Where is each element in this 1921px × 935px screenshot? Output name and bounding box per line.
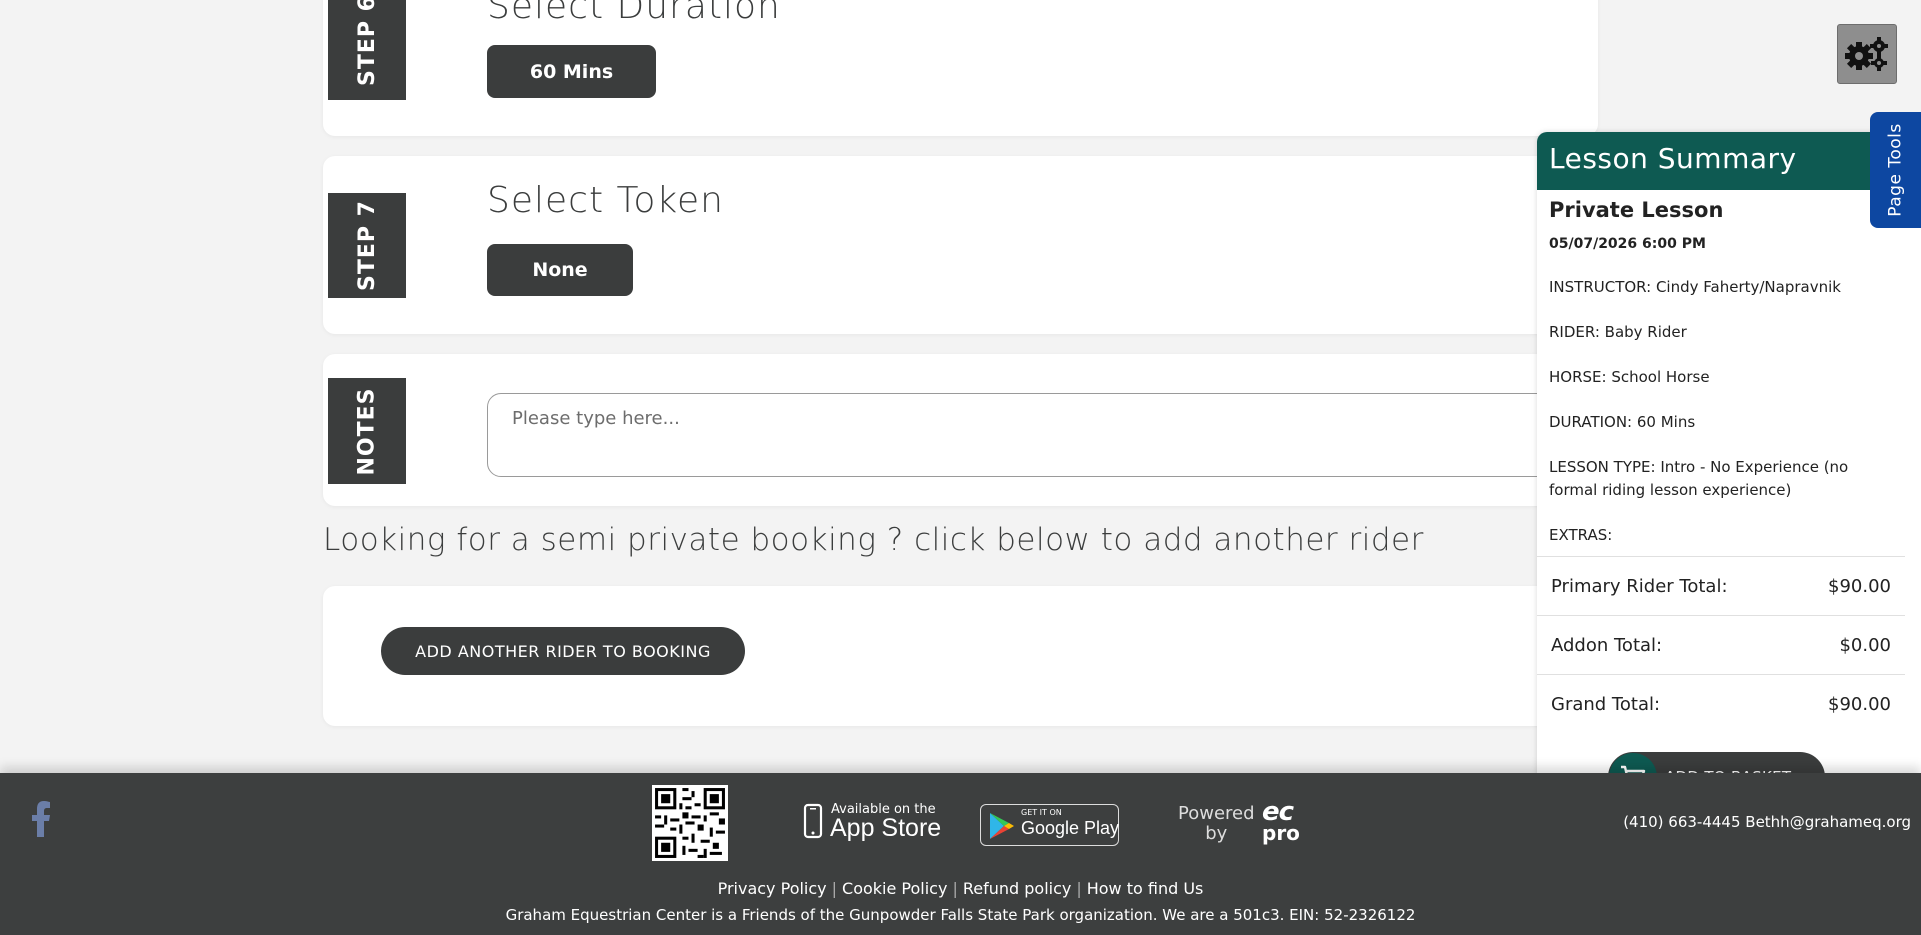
how-to-find-us-link[interactable]: How to find Us <box>1087 879 1204 898</box>
ec-logo-bottom: pro <box>1262 821 1300 845</box>
link-separator: | <box>1076 879 1082 898</box>
lesson-summary-title: Lesson Summary <box>1537 132 1921 190</box>
total-value: $90.00 <box>1828 693 1891 715</box>
ec-logo-top: ec <box>1262 797 1294 827</box>
step-7-tab-label: STEP 7 <box>354 200 380 291</box>
app-store-badge[interactable]: Available on the App Store <box>803 802 943 847</box>
privacy-policy-link[interactable]: Privacy Policy <box>718 879 827 898</box>
notes-tab-label: NOTES <box>354 387 380 475</box>
ec-pro-logo: ec pro <box>1262 797 1300 845</box>
total-label: Primary Rider Total: <box>1551 575 1728 597</box>
rider-detail: RIDER: Baby Rider <box>1549 323 1687 341</box>
step-6-card: STEP 6 Select Duration 60 Mins <box>323 0 1598 136</box>
lesson-type-detail: LESSON TYPE: Intro - No Experience (no f… <box>1549 458 1849 499</box>
qr-code <box>652 785 728 861</box>
facebook-icon[interactable] <box>31 801 51 841</box>
page-tools-tab[interactable]: Page Tools <box>1870 112 1921 228</box>
powered-by-line-2: by <box>1205 823 1228 844</box>
settings-button[interactable] <box>1837 24 1897 84</box>
notes-tab: NOTES <box>328 378 406 484</box>
step-7-tab: STEP 7 <box>328 193 406 298</box>
total-value: $0.00 <box>1839 634 1891 656</box>
page-tools-label: Page Tools <box>1885 123 1906 217</box>
google-play-big-text: Google Play <box>1021 818 1120 838</box>
lesson-summary-body: Private Lesson 05/07/2026 6:00 PM INSTRU… <box>1537 190 1921 577</box>
total-value: $90.00 <box>1828 575 1891 597</box>
grand-total-row: Grand Total: $90.00 <box>1537 674 1905 733</box>
notes-card: NOTES <box>323 354 1617 506</box>
total-label: Addon Total: <box>1551 634 1663 656</box>
cookie-policy-link[interactable]: Cookie Policy <box>842 879 947 898</box>
token-option-button[interactable]: None <box>487 244 633 296</box>
duration-detail: DURATION: 60 Mins <box>1549 413 1696 431</box>
instructor-detail: INSTRUCTOR: Cindy Faherty/Napravnik <box>1549 278 1841 296</box>
step-7-title: Select Token <box>487 180 724 221</box>
horse-detail: HORSE: School Horse <box>1549 368 1710 386</box>
powered-by-text: Powered by <box>1178 804 1255 844</box>
step-6-tab: STEP 6 <box>328 0 406 100</box>
google-play-small-text: GET IT ON <box>1021 808 1062 817</box>
total-label: Grand Total: <box>1551 693 1661 715</box>
duration-option-button[interactable]: 60 Mins <box>487 45 656 98</box>
google-play-badge[interactable]: GET IT ON Google Play <box>980 804 1119 846</box>
link-separator: | <box>952 879 958 898</box>
notes-input[interactable] <box>487 393 1617 477</box>
refund-policy-link[interactable]: Refund policy <box>963 879 1072 898</box>
lesson-name: Private Lesson <box>1549 198 1724 222</box>
footer-links: Privacy Policy | Cookie Policy | Refund poli… <box>0 879 1921 898</box>
lesson-summary-panel: Lesson Summary Private Lesson 05/07/2026… <box>1537 132 1921 812</box>
addon-total-row: Addon Total: $0.00 <box>1537 615 1905 674</box>
extras-detail: EXTRAS: <box>1549 526 1613 544</box>
step-7-card: STEP 7 Select Token None <box>323 156 1598 334</box>
gears-icon <box>1845 37 1888 71</box>
step-6-title: Select Duration <box>487 0 781 27</box>
add-another-rider-button[interactable]: ADD ANOTHER RIDER TO BOOKING <box>381 627 745 675</box>
footer-organization-note: Graham Equestrian Center is a Friends of… <box>505 906 1416 924</box>
step-6-tab-label: STEP 6 <box>354 0 380 86</box>
page: STEP 6 Select Duration 60 Mins STEP 7 Se… <box>0 0 1921 935</box>
contact-info: (410) 663-4445 Bethh@grahameq.org <box>1623 813 1911 831</box>
primary-rider-total-row: Primary Rider Total: $90.00 <box>1537 556 1905 615</box>
footer: Available on the App Store GET IT ON Goo… <box>0 773 1921 935</box>
app-store-big-text: App Store <box>830 814 942 842</box>
lesson-date: 05/07/2026 6:00 PM <box>1549 236 1706 252</box>
link-separator: | <box>831 879 838 898</box>
powered-by-line-1: Powered <box>1178 803 1255 824</box>
semi-private-prompt: Looking for a semi private booking ? cli… <box>323 522 1424 558</box>
totals-list: Primary Rider Total: $90.00 Addon Total:… <box>1537 556 1905 733</box>
